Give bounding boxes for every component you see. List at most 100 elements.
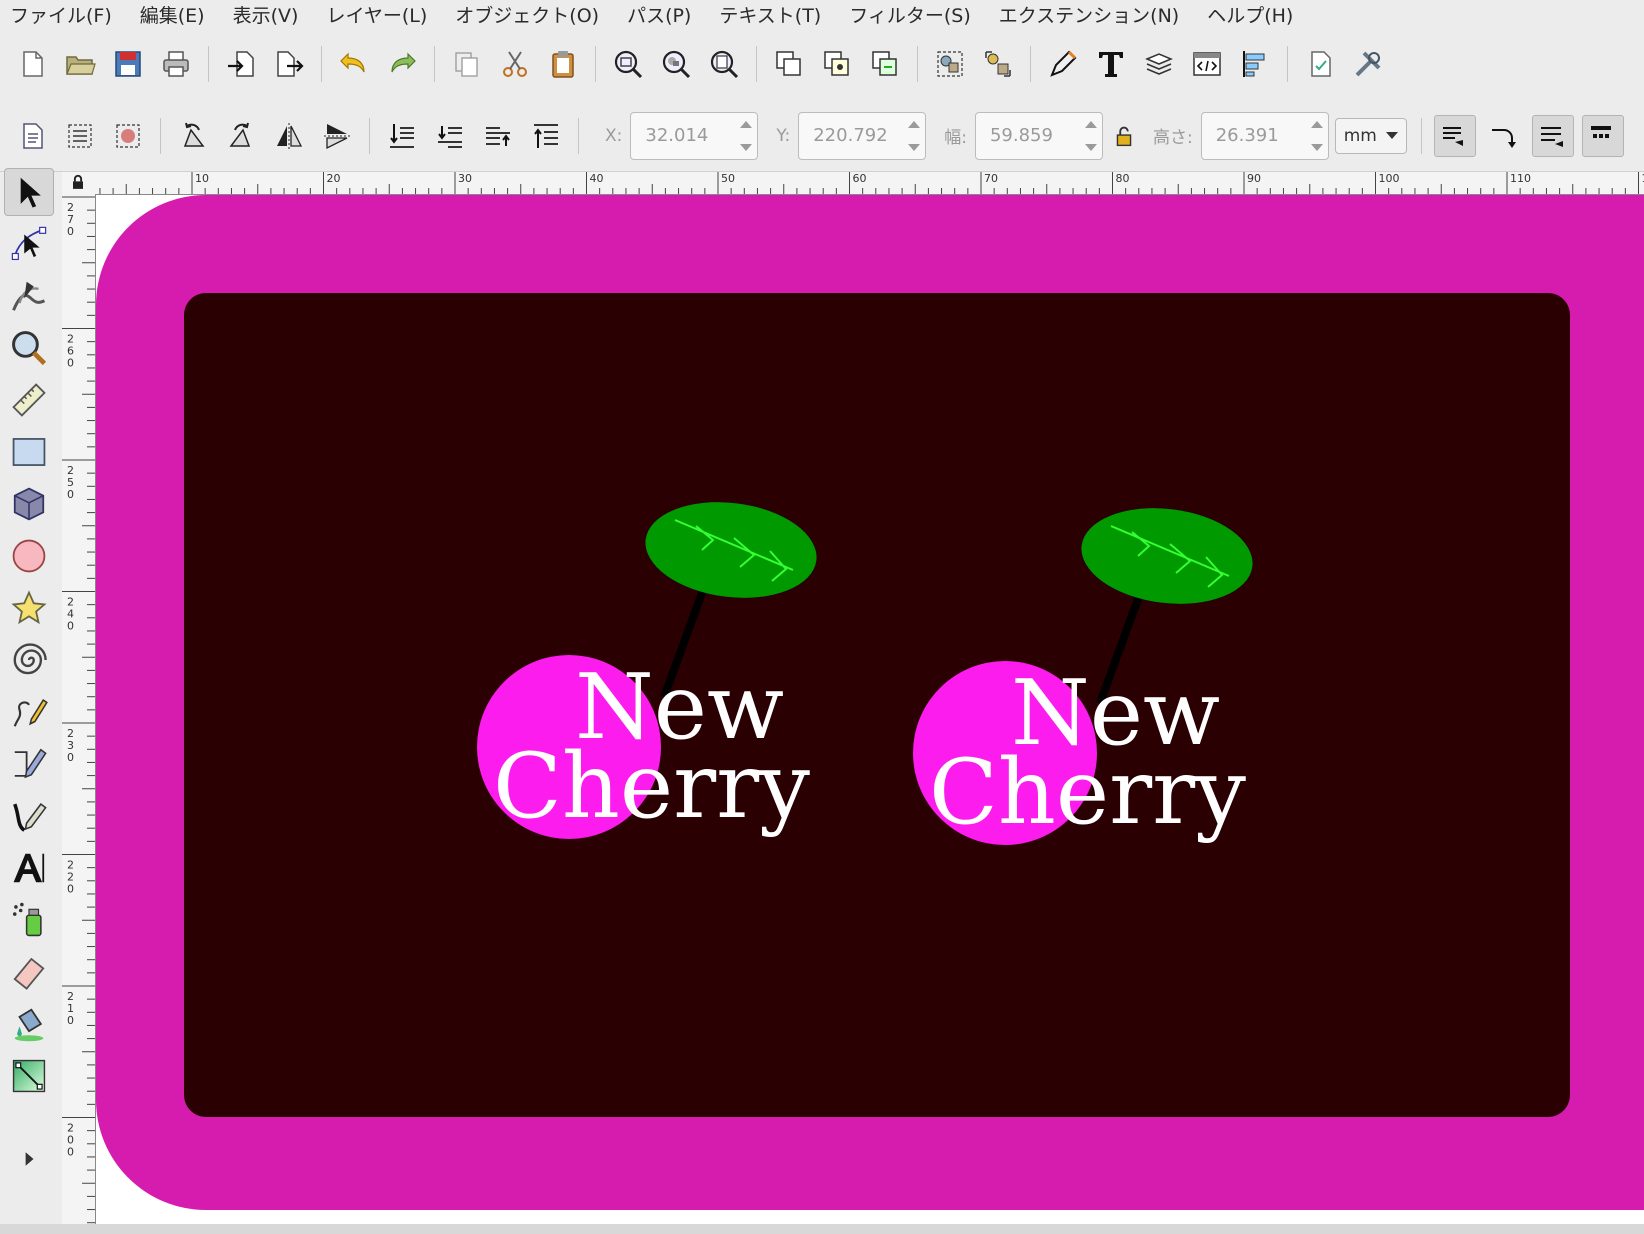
lower-to-bottom-button[interactable] bbox=[382, 116, 422, 156]
document-properties-button[interactable] bbox=[1300, 44, 1340, 84]
spiral-tool[interactable] bbox=[4, 636, 54, 684]
menu-edit[interactable]: 編集(E) bbox=[127, 1, 220, 28]
move-gradients-toggle[interactable] bbox=[1531, 114, 1574, 157]
decrement-icon[interactable] bbox=[740, 143, 753, 151]
group-button[interactable] bbox=[930, 44, 970, 84]
increment-icon[interactable] bbox=[1084, 120, 1097, 128]
redo-button[interactable] bbox=[382, 44, 422, 84]
toolbox-expand-button[interactable] bbox=[4, 1144, 54, 1174]
ruler-corner[interactable] bbox=[62, 172, 95, 194]
clone-button[interactable] bbox=[817, 44, 857, 84]
menu-help[interactable]: ヘルプ(H) bbox=[1194, 1, 1308, 28]
duplicate-button[interactable] bbox=[769, 44, 809, 84]
unit-select[interactable]: mm bbox=[1334, 117, 1407, 154]
menu-file[interactable]: ファイル(F) bbox=[0, 1, 127, 28]
print-button[interactable] bbox=[156, 44, 196, 84]
preferences-button[interactable] bbox=[1348, 44, 1388, 84]
open-button[interactable] bbox=[60, 44, 100, 84]
cut-button[interactable] bbox=[495, 44, 535, 84]
zoom-page-button[interactable] bbox=[704, 44, 744, 84]
vertical-ruler[interactable]: 270260250240230220210200 bbox=[62, 194, 96, 1224]
calligraphy-tool[interactable] bbox=[4, 792, 54, 840]
gradient-tool[interactable] bbox=[4, 1052, 54, 1100]
increment-icon[interactable] bbox=[1310, 120, 1323, 128]
menu-extensions[interactable]: エクステンション(N) bbox=[986, 1, 1194, 28]
3d-box-tool[interactable] bbox=[4, 480, 54, 528]
xml-editor-button[interactable] bbox=[1187, 44, 1227, 84]
menu-path[interactable]: パス(P) bbox=[614, 1, 706, 28]
decrement-icon[interactable] bbox=[1310, 143, 1323, 151]
pencil-tool[interactable] bbox=[4, 688, 54, 736]
text-font-button[interactable] bbox=[1091, 44, 1131, 84]
height-stepper[interactable] bbox=[1306, 113, 1328, 159]
save-button[interactable] bbox=[108, 44, 148, 84]
rotate-cw-button[interactable] bbox=[221, 116, 261, 156]
increment-icon[interactable] bbox=[908, 120, 921, 128]
lower-button[interactable] bbox=[430, 116, 470, 156]
eraser-tool[interactable] bbox=[4, 948, 54, 996]
width-label: 幅: bbox=[944, 128, 967, 148]
export-button[interactable] bbox=[269, 44, 309, 84]
text-tool[interactable] bbox=[4, 844, 54, 892]
horizontal-ruler[interactable]: 102030405060708090100110120 bbox=[95, 172, 1644, 195]
lock-ratio-button[interactable] bbox=[1109, 116, 1139, 156]
paste-button[interactable] bbox=[543, 44, 583, 84]
spray-tool[interactable] bbox=[4, 896, 54, 944]
paint-bucket-tool[interactable] bbox=[4, 1000, 54, 1048]
move-patterns-toggle[interactable] bbox=[1581, 114, 1624, 157]
scale-stroke-toggle[interactable] bbox=[1433, 114, 1476, 157]
increment-icon[interactable] bbox=[740, 120, 753, 128]
node-tool[interactable] bbox=[4, 220, 54, 268]
invert-selection-button[interactable] bbox=[108, 116, 148, 156]
menu-text[interactable]: テキスト(T) bbox=[706, 1, 836, 28]
menu-filter[interactable]: フィルター(S) bbox=[836, 1, 986, 28]
zoom-selection-button[interactable] bbox=[608, 44, 648, 84]
select-all-layers-button[interactable] bbox=[60, 116, 100, 156]
layers-button[interactable] bbox=[1139, 44, 1179, 84]
star-tool[interactable] bbox=[4, 584, 54, 632]
zoom-drawing-button[interactable] bbox=[656, 44, 696, 84]
width-stepper[interactable] bbox=[1080, 113, 1102, 159]
raise-button[interactable] bbox=[478, 116, 518, 156]
menu-layer[interactable]: レイヤー(L) bbox=[313, 1, 442, 28]
ellipse-tool[interactable] bbox=[4, 532, 54, 580]
y-input[interactable] bbox=[799, 114, 912, 157]
y-stepper[interactable] bbox=[903, 113, 925, 159]
rotate-ccw-button[interactable] bbox=[173, 116, 213, 156]
menu-view[interactable]: 表示(V) bbox=[220, 1, 314, 28]
rectangle-tool[interactable] bbox=[4, 428, 54, 476]
horizontal-scrollbar[interactable] bbox=[0, 1224, 1644, 1234]
copy-button[interactable] bbox=[447, 44, 487, 84]
select-all-button[interactable] bbox=[12, 116, 52, 156]
height-input[interactable] bbox=[1201, 114, 1314, 157]
select-tool[interactable] bbox=[4, 168, 54, 216]
unlink-clone-button[interactable] bbox=[865, 44, 905, 84]
scale-corners-toggle[interactable] bbox=[1484, 116, 1524, 156]
raise-to-top-button[interactable] bbox=[526, 116, 566, 156]
import-button[interactable] bbox=[221, 44, 261, 84]
undo-button[interactable] bbox=[334, 44, 374, 84]
x-input[interactable] bbox=[631, 114, 744, 157]
width-input[interactable] bbox=[975, 114, 1088, 157]
zoom-tool[interactable] bbox=[4, 324, 54, 372]
x-stepper[interactable] bbox=[735, 113, 757, 159]
flip-horizontal-button[interactable] bbox=[269, 116, 309, 156]
bezier-tool[interactable] bbox=[4, 740, 54, 788]
ungroup-button[interactable] bbox=[978, 44, 1018, 84]
align-distribute-button[interactable] bbox=[1235, 44, 1275, 84]
menu-object[interactable]: オブジェクト(O) bbox=[442, 1, 614, 28]
x-spinbox[interactable] bbox=[630, 111, 759, 160]
decrement-icon[interactable] bbox=[1084, 143, 1097, 151]
flip-vertical-button[interactable] bbox=[317, 116, 357, 156]
y-spinbox[interactable] bbox=[798, 111, 927, 160]
tweak-tool[interactable] bbox=[4, 272, 54, 320]
decrement-icon[interactable] bbox=[908, 143, 921, 151]
separator bbox=[578, 117, 579, 154]
fill-stroke-button[interactable] bbox=[1043, 44, 1083, 84]
measure-tool[interactable] bbox=[4, 376, 54, 424]
new-document-button[interactable] bbox=[12, 44, 52, 84]
height-spinbox[interactable] bbox=[1200, 111, 1329, 160]
dark-panel[interactable] bbox=[184, 293, 1570, 1117]
width-spinbox[interactable] bbox=[974, 111, 1103, 160]
drawing-canvas[interactable]: New Cherry New Cherry bbox=[96, 195, 1644, 1224]
